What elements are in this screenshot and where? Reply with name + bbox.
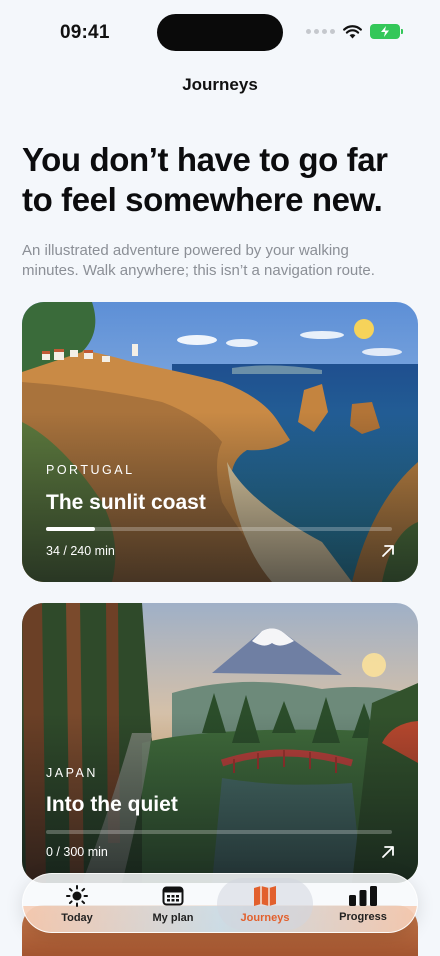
journey-card-portugal[interactable]: PORTUGAL The sunlit coast 34 / 240 min — [22, 302, 418, 582]
progress-bar-fill — [46, 527, 96, 531]
progress-bar — [46, 830, 392, 834]
sun-icon — [66, 885, 88, 907]
card-progress-text: 34 / 240 min — [46, 544, 115, 558]
headline: You don’t have to go far to feel somewhe… — [22, 141, 388, 218]
tab-label: Journeys — [240, 912, 290, 924]
card-title: The sunlit coast — [46, 491, 206, 514]
calendar-icon — [162, 886, 184, 906]
tab-bar: Today My plan Journeys Progress — [22, 873, 418, 933]
card-region: JAPAN — [46, 766, 98, 780]
map-icon — [254, 886, 276, 906]
status-icons — [306, 24, 403, 39]
card-region: PORTUGAL — [46, 463, 135, 477]
wifi-icon — [343, 24, 362, 38]
tab-label: Progress — [339, 911, 387, 923]
tab-label: Today — [61, 912, 93, 924]
cellular-signal-icon — [306, 29, 335, 34]
status-time: 09:41 — [60, 22, 110, 43]
page-title: Journeys — [182, 75, 258, 94]
journey-card-japan[interactable]: JAPAN Into the quiet 0 / 300 min — [22, 603, 418, 883]
card-title: Into the quiet — [46, 793, 178, 816]
tab-label: My plan — [152, 912, 194, 924]
tab-journeys[interactable]: Journeys — [217, 878, 313, 930]
dynamic-island — [157, 14, 283, 51]
tab-my-plan[interactable]: My plan — [125, 878, 221, 930]
battery-charging-icon — [370, 24, 403, 39]
arrow-up-right-icon[interactable] — [380, 543, 396, 559]
bar-chart-icon — [349, 886, 377, 906]
intro-subtext: An illustrated adventure powered by your… — [22, 242, 375, 279]
arrow-up-right-icon[interactable] — [380, 844, 396, 860]
card-progress-text: 0 / 300 min — [46, 845, 108, 859]
tab-today[interactable]: Today — [29, 878, 125, 930]
progress-bar — [46, 527, 392, 531]
tab-progress[interactable]: Progress — [315, 878, 411, 930]
status-bar: 09:41 — [0, 0, 440, 62]
